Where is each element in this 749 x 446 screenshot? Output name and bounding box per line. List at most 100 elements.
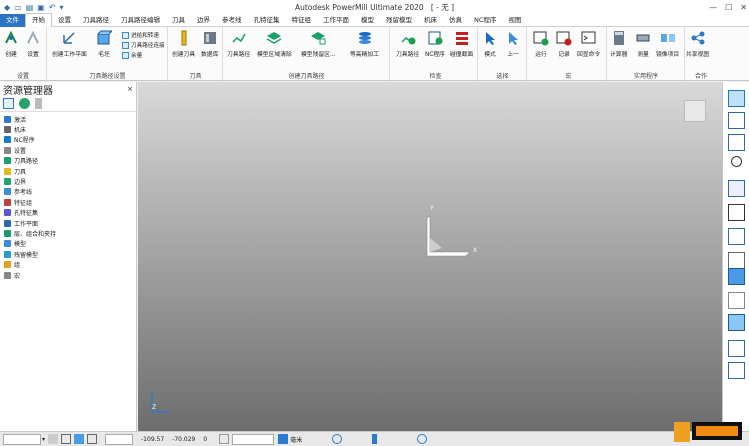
tab-6[interactable]: 边界 [191, 14, 216, 27]
tab-14[interactable]: 仿真 [443, 14, 468, 27]
cursor-icon[interactable] [728, 362, 745, 379]
tab-12[interactable]: 残留模型 [380, 14, 418, 27]
tree-item-icon [4, 261, 11, 269]
open-folder-icon[interactable]: ▤ [26, 3, 34, 12]
run-macro-button[interactable]: 运行 [533, 30, 549, 58]
tab-2[interactable]: 设置 [52, 14, 77, 27]
mode-button[interactable]: 模式 [482, 30, 498, 58]
explorer-tree-icon[interactable] [3, 98, 14, 109]
tree-item[interactable]: 刀具路径 [0, 156, 136, 166]
tree-item[interactable]: 参考线 [0, 187, 136, 197]
save-icon[interactable]: ▣ [37, 3, 45, 12]
model-area-clearance-button[interactable]: 模型区域清除 [257, 30, 292, 58]
globe-icon[interactable] [19, 98, 30, 109]
wireframe-icon[interactable] [728, 292, 745, 309]
tree-item[interactable]: 特征组 [0, 197, 136, 207]
undo-icon[interactable]: ↶ [49, 3, 56, 12]
tab-7[interactable]: 参考线 [216, 14, 248, 27]
page-icon[interactable] [728, 180, 745, 197]
zoom-out-icon[interactable] [728, 252, 745, 269]
tab-16[interactable]: 视图 [502, 14, 527, 27]
select-icon[interactable] [74, 434, 85, 444]
feeds-speeds-button[interactable]: 进给和转速 [122, 31, 159, 39]
model-rest-area-button[interactable]: 模型残留区... [301, 30, 336, 58]
transparent-icon[interactable] [728, 314, 745, 331]
setup-button[interactable]: 设置 [25, 30, 41, 58]
view-cube-icon[interactable] [684, 100, 706, 122]
maximize-button[interactable]: ☐ [725, 3, 732, 12]
tab-10[interactable]: 工作平面 [317, 14, 355, 27]
3d-viewport[interactable]: Y X Z [138, 82, 722, 431]
select-cursor-icon[interactable] [728, 340, 745, 357]
tab-3[interactable]: 刀具路径 [77, 14, 115, 27]
tree-item[interactable]: 模型 [0, 239, 136, 249]
zoom-fit-icon[interactable] [728, 228, 745, 245]
tree-item[interactable]: 孔特征集 [0, 208, 136, 218]
verify-toolpath-button[interactable]: 刀具路径 [396, 30, 419, 58]
tab-11[interactable]: 模型 [355, 14, 380, 27]
tree-item[interactable]: 设置 [0, 145, 136, 155]
tab-1[interactable]: 开始 [25, 13, 52, 27]
tab-13[interactable]: 机床 [418, 14, 443, 27]
toolpath-connections-button[interactable]: 刀具路径连接 [122, 41, 165, 49]
customize-icon[interactable]: ▾ [60, 3, 64, 12]
tab-4[interactable]: 刀具路径编辑 [115, 14, 166, 27]
tree-item[interactable]: 刀具 [0, 166, 136, 176]
create-tool-button[interactable]: 创建刀具 [172, 30, 195, 58]
tree-item[interactable]: 宏 [0, 270, 136, 280]
toolpath-button[interactable]: 刀具路径 [227, 30, 250, 58]
echo-commands-button[interactable]: 回显命令 [577, 30, 600, 58]
tree-item[interactable]: NC程序 [0, 135, 136, 145]
layer-dropdown[interactable] [3, 433, 41, 445]
tree-item-icon [4, 157, 11, 165]
tolerance-field[interactable] [232, 433, 275, 445]
create-workplane-button[interactable]: 创建工作平面 [52, 30, 87, 58]
block-button[interactable]: 毛坯 [96, 30, 112, 58]
view-cube-small-icon[interactable] [728, 134, 745, 151]
tab-5[interactable]: 刀具 [166, 14, 191, 27]
tab-9[interactable]: 特征组 [286, 14, 318, 27]
share-view-button[interactable]: 共享视图 [686, 30, 709, 58]
trash-icon[interactable] [35, 98, 42, 109]
diameter-icon[interactable] [417, 434, 428, 444]
measure-button[interactable]: 测量 [635, 30, 651, 58]
tree-item[interactable]: 激活 [0, 114, 136, 124]
new-icon[interactable]: ▭ [14, 3, 22, 12]
zoom-box-icon[interactable] [728, 204, 745, 221]
record-macro-button[interactable]: 记录 [556, 30, 572, 58]
mirror-item-button[interactable]: 镜像项目 [656, 30, 679, 58]
status-field[interactable] [105, 433, 134, 445]
previous-button[interactable]: 上一 [505, 30, 521, 58]
minimize-button[interactable]: — [709, 3, 717, 12]
calculator-button[interactable]: 计算器 [610, 30, 627, 58]
workplane-status-icon[interactable] [87, 434, 98, 444]
tree-item[interactable]: 边界 [0, 176, 136, 186]
tab-8[interactable]: 孔特征集 [248, 14, 286, 27]
view-front-icon[interactable] [728, 112, 745, 129]
dropdown-arrow-icon[interactable]: ▾ [42, 436, 45, 443]
shaded-icon[interactable] [728, 268, 745, 285]
create-button[interactable]: 创建 [3, 30, 19, 58]
close-button[interactable]: ✕ [740, 3, 747, 12]
tab-0[interactable]: 文件 [0, 13, 25, 27]
tree-item[interactable]: 组 [0, 259, 136, 269]
tab-15[interactable]: NC程序 [468, 14, 502, 27]
view-iso-icon[interactable] [728, 90, 745, 107]
tree-item[interactable]: 残留模型 [0, 249, 136, 259]
tree-item[interactable]: 层、组合和夹持 [0, 228, 136, 238]
tool-status-icon[interactable] [372, 434, 378, 444]
tree-item[interactable]: 工作平面 [0, 218, 136, 228]
constant-z-finishing-button[interactable]: 等高精加工 [350, 30, 379, 58]
close-panel-icon[interactable]: × [127, 85, 133, 93]
database-button[interactable]: 数据库 [201, 30, 218, 58]
snap-icon[interactable] [48, 434, 59, 444]
tree-item-icon [4, 136, 11, 144]
verify-nc-button[interactable]: NC程序 [425, 30, 445, 58]
thickness-button[interactable]: 余量 [122, 51, 142, 59]
grid-icon[interactable] [61, 434, 72, 444]
zoom-icon[interactable] [731, 156, 742, 167]
collision-section-button[interactable]: 碰撞截面 [450, 30, 473, 58]
status-tool-icon[interactable] [219, 434, 230, 444]
tree-item[interactable]: 机床 [0, 124, 136, 134]
crosshair-icon[interactable] [332, 434, 343, 444]
